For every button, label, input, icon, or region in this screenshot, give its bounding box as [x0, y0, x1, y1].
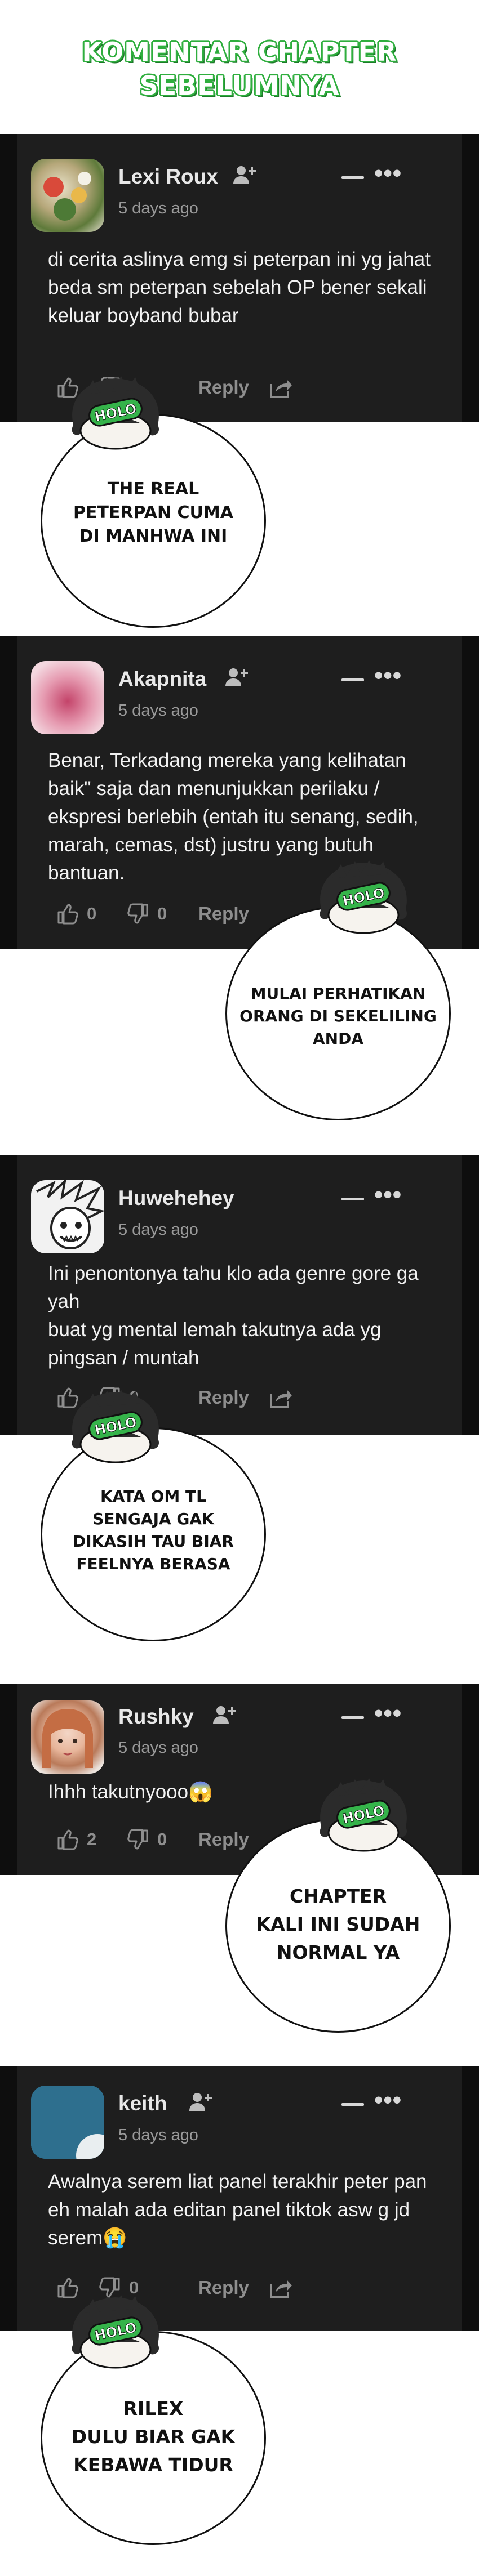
timestamp: 5 days ago	[118, 2126, 198, 2144]
like-button[interactable]: 2	[56, 1825, 96, 1854]
page-title-line-1: KOMENTAR CHAPTER	[82, 37, 397, 67]
bubble-text: KATA OM TL SENGAJA GAK DIKASIH TAU BIAR …	[72, 1487, 234, 1573]
reply-button[interactable]: Reply	[198, 900, 249, 928]
avatar[interactable]	[31, 1180, 104, 1253]
more-options-icon[interactable]: •••	[374, 663, 402, 688]
minimize-icon[interactable]	[341, 1716, 364, 1719]
dislike-button[interactable]: 0	[127, 900, 167, 928]
share-icon[interactable]	[269, 2274, 293, 2302]
reply-button[interactable]: Reply	[198, 1825, 249, 1854]
timestamp: 5 days ago	[118, 702, 198, 720]
avatar[interactable]	[31, 661, 104, 734]
more-options-icon[interactable]: •••	[374, 1182, 402, 1207]
dislike-button[interactable]: 0	[127, 1825, 167, 1854]
comment-text: di cerita aslinya emg si peterpan ini yg…	[48, 248, 431, 327]
avatar[interactable]	[31, 159, 104, 232]
username[interactable]: Lexi Roux	[118, 165, 218, 189]
share-icon[interactable]	[269, 373, 293, 401]
avatar[interactable]	[31, 2086, 104, 2159]
more-options-icon[interactable]: •••	[374, 161, 402, 186]
page-title-line-2: SEBELUMNYA	[139, 70, 340, 101]
dislike-count: 0	[157, 1829, 167, 1849]
username[interactable]: keith	[118, 2092, 167, 2115]
comment-text: Awalnya serem liat panel terakhir peter …	[48, 2171, 427, 2249]
minimize-icon[interactable]	[341, 176, 364, 179]
more-options-icon[interactable]: •••	[374, 2088, 402, 2113]
timestamp: 5 days ago	[118, 199, 198, 217]
bubble-text: RILEX DULU BIAR GAK KEBAWA TIDUR	[71, 2398, 236, 2476]
like-button[interactable]: 0	[56, 900, 96, 928]
reply-button[interactable]: Reply	[198, 1383, 249, 1412]
comment-text: Ini penontonya tahu klo ada genre gore g…	[48, 1262, 419, 1369]
mascot-chibi-icon: HOLO	[310, 1774, 417, 1858]
add-user-icon[interactable]	[224, 666, 251, 689]
timestamp: 5 days ago	[118, 1739, 198, 1757]
like-count: 2	[87, 1829, 97, 1849]
bubble-text: THE REAL PETERPAN CUMA DI MANHWA INI	[73, 479, 233, 546]
minimize-icon[interactable]	[341, 1198, 364, 1200]
username[interactable]: Huwehehey	[118, 1186, 234, 1210]
add-user-icon[interactable]	[212, 1704, 239, 1726]
reply-button[interactable]: Reply	[198, 373, 249, 401]
add-user-icon[interactable]	[232, 164, 259, 186]
mascot-chibi-icon: HOLO	[62, 372, 169, 456]
mascot-chibi-icon: HOLO	[62, 2291, 169, 2375]
reply-button[interactable]: Reply	[198, 2274, 249, 2302]
avatar[interactable]	[31, 1700, 104, 1774]
minimize-icon[interactable]	[341, 678, 364, 681]
like-count: 0	[87, 904, 97, 923]
share-icon[interactable]	[269, 1383, 293, 1412]
mascot-chibi-icon: HOLO	[62, 1385, 169, 1470]
username[interactable]: Rushky	[118, 1705, 194, 1729]
username[interactable]: Akapnita	[118, 667, 206, 691]
mascot-chibi-icon: HOLO	[310, 856, 417, 940]
dislike-count: 0	[157, 904, 167, 923]
bubble-text: MULAI PERHATIKAN ORANG DI SEKELILING AND…	[239, 984, 437, 1048]
more-options-icon[interactable]: •••	[374, 1701, 402, 1726]
minimize-icon[interactable]	[341, 2103, 364, 2106]
bubble-text: CHAPTER KALI INI SUDAH NORMAL YA	[256, 1885, 420, 1963]
add-user-icon[interactable]	[188, 2091, 215, 2113]
timestamp: 5 days ago	[118, 1221, 198, 1239]
